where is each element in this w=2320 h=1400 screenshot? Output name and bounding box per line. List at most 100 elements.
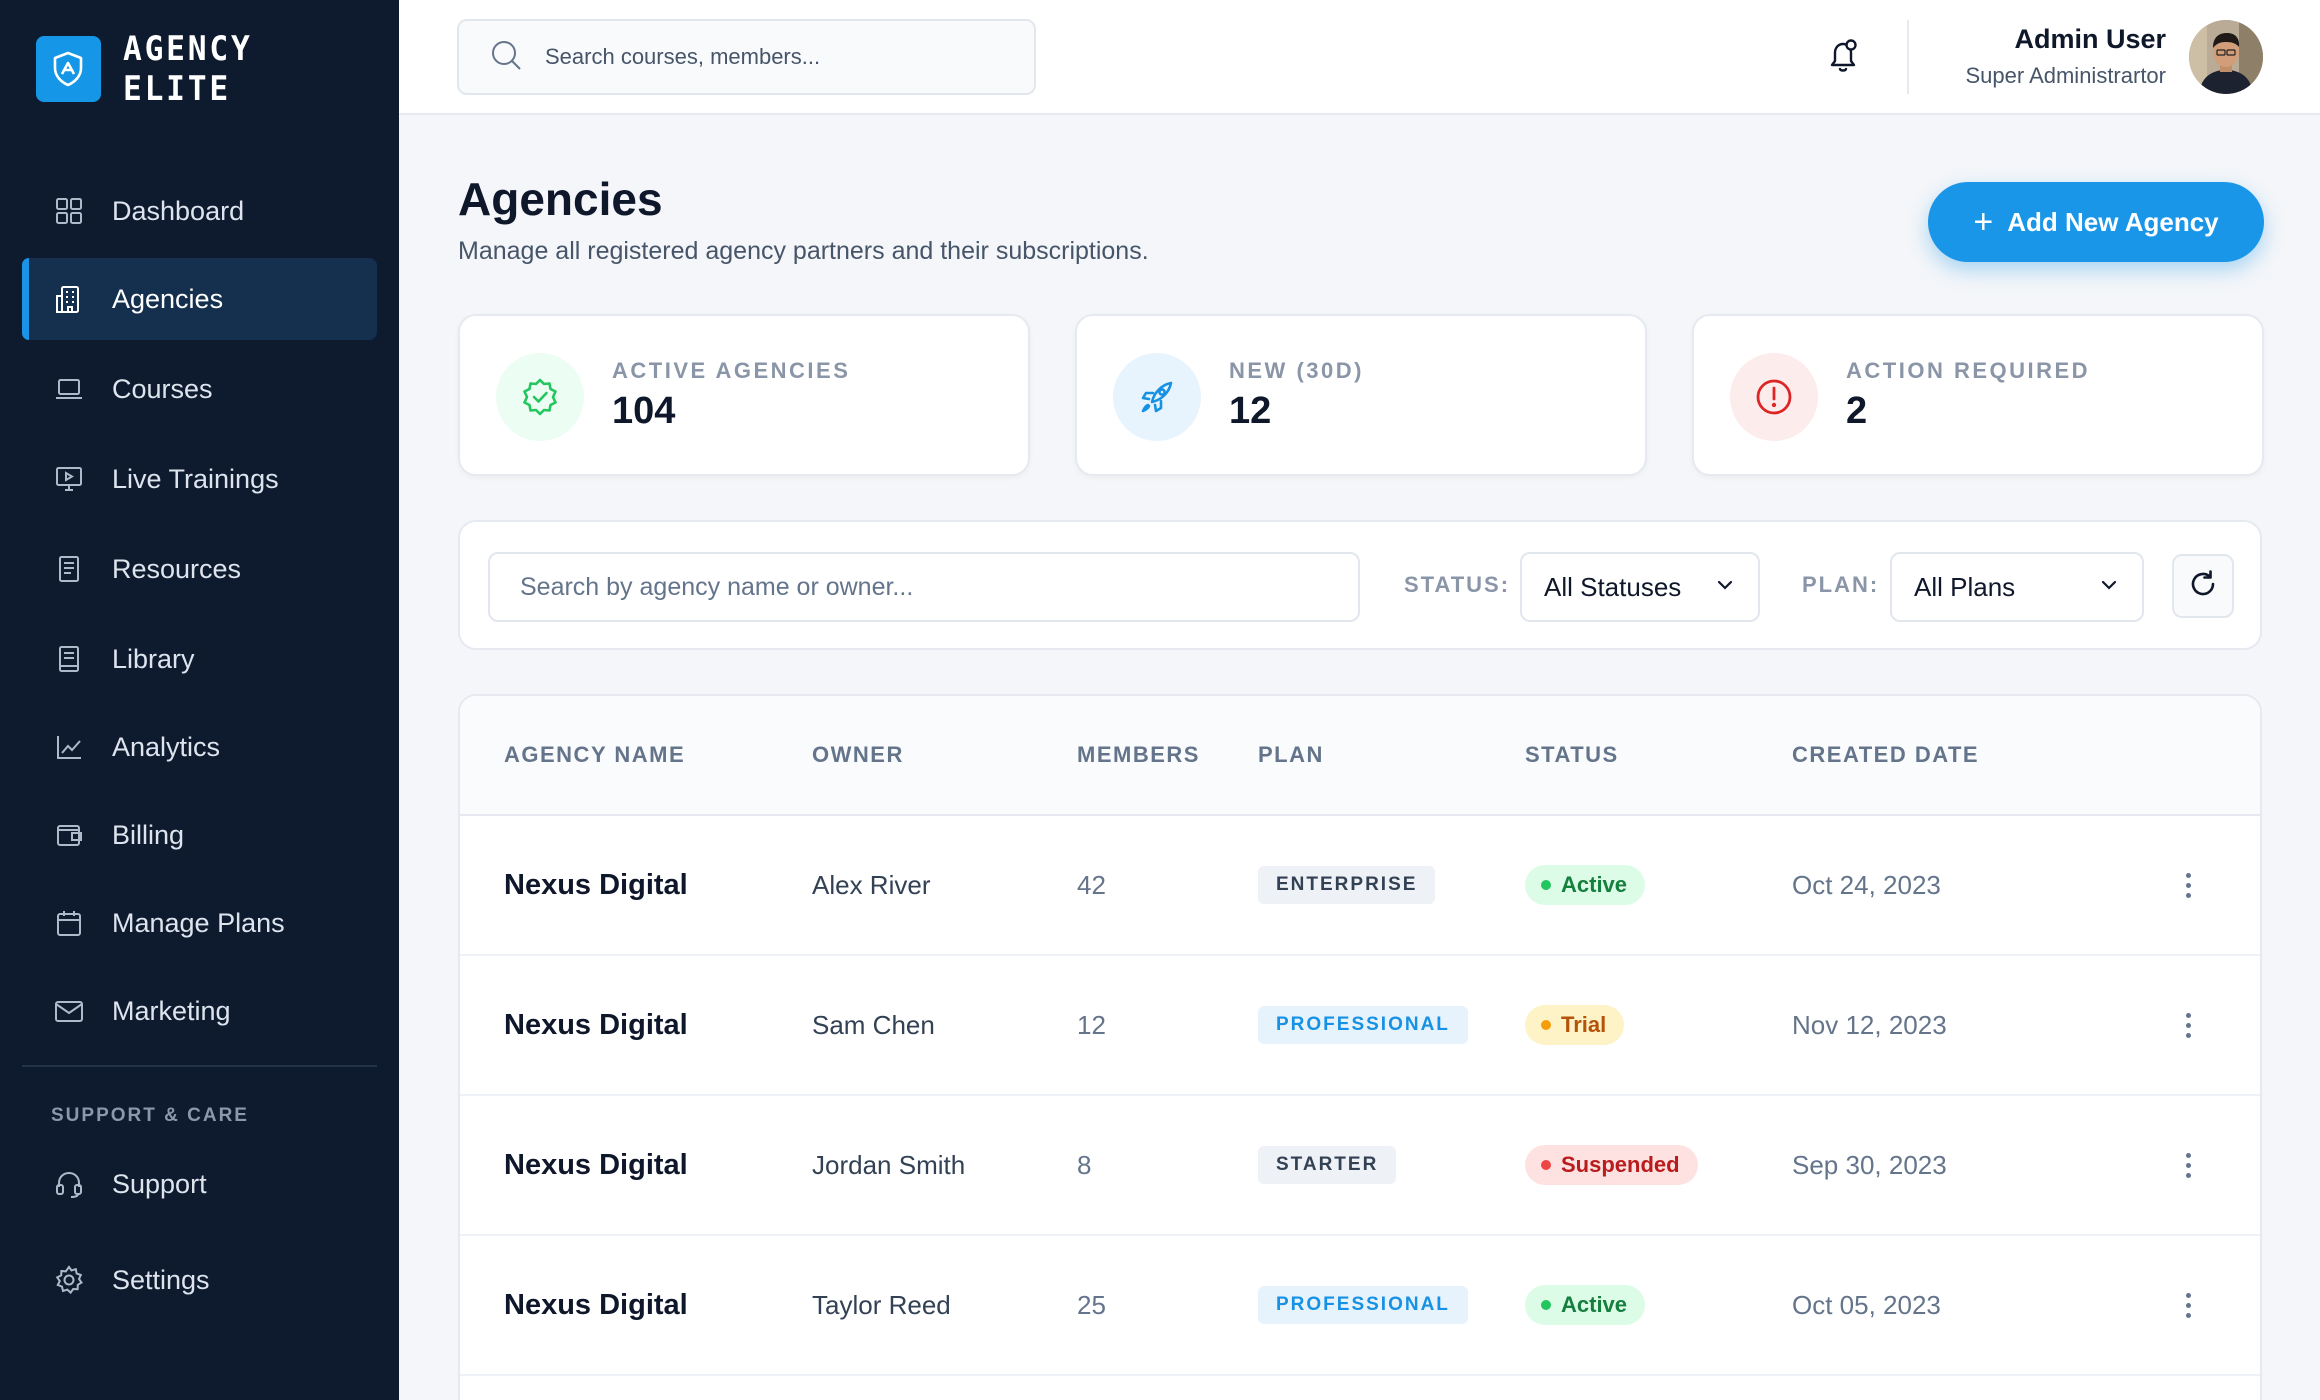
agency-members: 42 xyxy=(1077,869,1106,900)
table-row[interactable]: Nexus Digital Taylor Reed 25 PROFESSIONA… xyxy=(460,1236,2260,1376)
sidebar-item-label: Agencies xyxy=(112,283,224,314)
sidebar-item-label: Billing xyxy=(112,819,185,850)
sidebar-item-label: Courses xyxy=(112,373,213,404)
sidebar-item-resources[interactable]: Resources xyxy=(22,528,377,610)
more-options-icon[interactable] xyxy=(2182,1012,2194,1038)
sidebar-support-nav: Support Settings xyxy=(22,1143,377,1321)
sidebar-item-dashboard[interactable]: Dashboard xyxy=(22,170,377,252)
agency-created-date: Oct 24, 2023 xyxy=(1792,869,1941,900)
status-filter-label: STATUS: xyxy=(1404,572,1511,597)
global-search-input[interactable] xyxy=(545,44,1005,70)
table-header: AGENCY NAME OWNER MEMBERS PLAN STATUS CR… xyxy=(460,696,2260,816)
shield-icon xyxy=(36,36,101,102)
sidebar-item-label: Support xyxy=(112,1168,207,1199)
table-row[interactable]: Nexus Digital Alex River 42 ENTERPRISE A… xyxy=(460,816,2260,956)
document-icon xyxy=(52,552,86,586)
brand[interactable]: AGENCY ELITE xyxy=(36,29,399,109)
sidebar-item-live-trainings[interactable]: Live Trainings xyxy=(22,438,377,520)
agency-created-date: Oct 05, 2023 xyxy=(1792,1289,1941,1320)
column-header-agency-name[interactable]: AGENCY NAME xyxy=(504,742,685,768)
stat-label: ACTIVE AGENCIES xyxy=(612,358,851,383)
sidebar-item-label: Manage Plans xyxy=(112,907,285,938)
sidebar-item-analytics[interactable]: Analytics xyxy=(22,706,377,788)
global-search[interactable] xyxy=(457,19,1036,95)
add-new-agency-label: Add New Agency xyxy=(2007,206,2219,237)
add-new-agency-button[interactable]: + Add New Agency xyxy=(1928,182,2264,262)
more-options-icon[interactable] xyxy=(2182,1292,2194,1318)
user-name: Admin User xyxy=(2014,24,2166,54)
plan-filter-value: All Plans xyxy=(1914,571,2016,602)
page-subtitle: Manage all registered agency partners an… xyxy=(458,237,1149,265)
alert-circle-icon xyxy=(1730,353,1818,441)
stat-card-action-required: ACTION REQUIRED 2 xyxy=(1692,314,2264,476)
sidebar-item-billing[interactable]: Billing xyxy=(22,794,377,876)
wallet-icon xyxy=(52,818,86,852)
agency-name[interactable]: Nexus Digital xyxy=(504,1236,688,1374)
video-screen-icon xyxy=(52,462,86,496)
sidebar-divider xyxy=(22,1065,377,1067)
plan-badge: PROFESSIONAL xyxy=(1258,1006,1468,1044)
sidebar-nav: Dashboard Agencies Courses Live Training… xyxy=(22,170,377,1052)
column-header-status[interactable]: STATUS xyxy=(1525,742,1619,768)
agency-search[interactable] xyxy=(488,552,1360,622)
filter-bar: STATUS: All Statuses PLAN: All Plans xyxy=(458,520,2262,650)
sidebar-item-label: Library xyxy=(112,643,195,674)
agency-members: 12 xyxy=(1077,1009,1106,1040)
sidebar-item-manage-plans[interactable]: Manage Plans xyxy=(22,882,377,964)
sidebar-item-label: Resources xyxy=(112,553,242,584)
sidebar-item-agencies[interactable]: Agencies xyxy=(22,258,377,340)
status-badge-label: Active xyxy=(1561,872,1628,897)
plan-filter-select[interactable]: All Plans xyxy=(1890,552,2144,622)
table-row[interactable]: Nexus Digital Jordan Smith 8 STARTER Sus… xyxy=(460,1096,2260,1236)
notification-bell-icon[interactable] xyxy=(1819,32,1867,80)
status-badge-label: Trial xyxy=(1561,1012,1607,1037)
stat-value: 12 xyxy=(1229,390,1272,432)
status-filter-value: All Statuses xyxy=(1544,571,1682,602)
status-badge: Suspended xyxy=(1525,1145,1698,1185)
status-badge-label: Suspended xyxy=(1561,1152,1680,1177)
avatar[interactable] xyxy=(2189,20,2263,94)
more-options-icon[interactable] xyxy=(2182,872,2194,898)
agency-members: 8 xyxy=(1077,1149,1092,1180)
plan-badge: PROFESSIONAL xyxy=(1258,1286,1468,1324)
status-filter-select[interactable]: All Statuses xyxy=(1520,552,1760,622)
column-header-plan[interactable]: PLAN xyxy=(1258,742,1324,768)
user-menu[interactable]: Admin User Super Administrartor xyxy=(1965,24,2166,89)
column-header-members[interactable]: MEMBERS xyxy=(1077,742,1200,768)
sidebar-item-courses[interactable]: Courses xyxy=(22,348,377,430)
plan-badge: ENTERPRISE xyxy=(1258,866,1436,904)
agency-name[interactable]: Nexus Digital xyxy=(504,816,688,954)
agency-created-date: Nov 12, 2023 xyxy=(1792,1009,1947,1040)
column-header-owner[interactable]: OWNER xyxy=(812,742,904,768)
sidebar-item-marketing[interactable]: Marketing xyxy=(22,970,377,1052)
agency-name[interactable]: Nexus Digital xyxy=(504,956,688,1094)
headset-icon xyxy=(52,1167,86,1201)
sidebar-item-support[interactable]: Support xyxy=(22,1143,377,1225)
chevron-down-icon xyxy=(2098,572,2120,603)
agencies-table: AGENCY NAME OWNER MEMBERS PLAN STATUS CR… xyxy=(458,694,2262,1400)
page-title: Agencies xyxy=(458,173,663,225)
column-header-created-date[interactable]: CREATED DATE xyxy=(1792,742,1979,768)
plan-filter-label: PLAN: xyxy=(1802,572,1880,597)
line-chart-icon xyxy=(52,730,86,764)
sidebar-item-settings[interactable]: Settings xyxy=(22,1239,377,1321)
agency-name[interactable]: Nexus Digital xyxy=(504,1096,688,1234)
agency-owner: Sam Chen xyxy=(812,1009,935,1040)
stat-value: 104 xyxy=(612,390,676,432)
brand-name: AGENCY ELITE xyxy=(122,29,253,109)
rocket-icon xyxy=(1113,353,1201,441)
sidebar-item-label: Dashboard xyxy=(112,195,245,226)
status-badge: Active xyxy=(1525,1285,1646,1325)
status-badge-label: Active xyxy=(1561,1292,1628,1317)
sidebar-item-library[interactable]: Library xyxy=(22,618,377,700)
agency-search-input[interactable] xyxy=(520,572,1320,602)
stat-card-active-agencies: ACTIVE AGENCIES 104 xyxy=(458,314,1030,476)
more-options-icon[interactable] xyxy=(2182,1152,2194,1178)
status-badge: Trial xyxy=(1525,1005,1625,1045)
refresh-icon xyxy=(2187,568,2219,605)
topbar: Admin User Super Administrartor xyxy=(399,0,2320,115)
table-row[interactable]: Nexus Digital Sam Chen 12 PROFESSIONAL T… xyxy=(460,956,2260,1096)
refresh-button[interactable] xyxy=(2172,554,2234,618)
mail-icon xyxy=(52,994,86,1028)
gear-icon xyxy=(52,1263,86,1297)
